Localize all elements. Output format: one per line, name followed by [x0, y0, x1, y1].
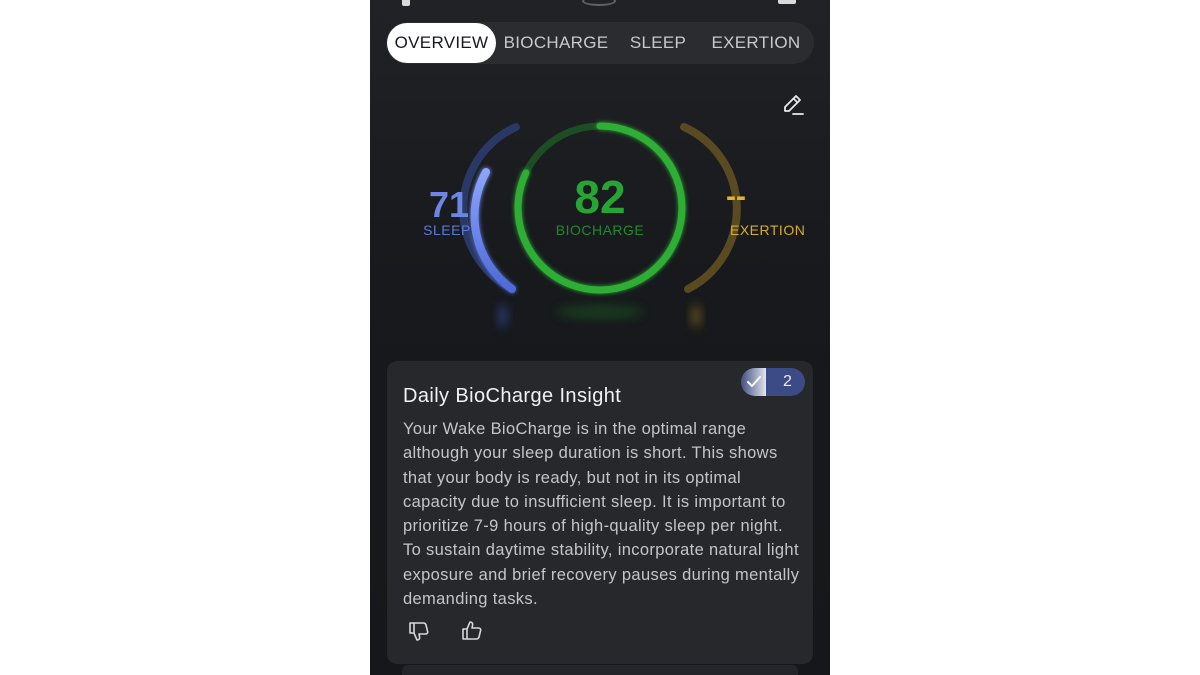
thumbs-up-icon [462, 621, 482, 640]
tab-bar: OVERVIEW BIOCHARGE SLEEP EXERTION [386, 22, 814, 64]
app-screen: OVERVIEW BIOCHARGE SLEEP EXERTION 71 SLE… [370, 0, 830, 675]
insight-card: 2 Daily BioCharge Insight Your Wake BioC… [387, 361, 813, 664]
status-bar-fragment [778, 0, 796, 4]
biocharge-reflection [556, 305, 644, 319]
exertion-score-label: EXERTION [730, 222, 806, 238]
sleep-score: 71 [428, 184, 470, 225]
badge-count: 2 [783, 373, 792, 390]
like-button[interactable] [460, 619, 484, 643]
check-icon [746, 376, 761, 387]
dislike-button[interactable] [407, 619, 431, 643]
biocharge-score-label: BIOCHARGE [555, 222, 645, 238]
insight-body: Your Wake BioCharge is in the optimal ra… [403, 420, 800, 609]
sleep-reflection [498, 304, 508, 328]
tab-biocharge[interactable]: BIOCHARGE [496, 23, 616, 63]
exertion-score: -- [726, 180, 746, 213]
insight-badge[interactable]: 2 [741, 368, 805, 396]
sleep-score-label: SLEEP [423, 222, 471, 238]
thumbs-down-icon [409, 622, 429, 641]
biocharge-score: 82 [574, 171, 626, 223]
status-bar-fragment [402, 0, 410, 6]
tab-sleep[interactable]: SLEEP [616, 23, 700, 63]
next-card-peek [402, 665, 798, 675]
score-gauges: 71 SLEEP 82 BIOCHARGE -- EXERTION [370, 110, 830, 340]
exertion-reflection [691, 304, 701, 328]
camera-cutout [582, 0, 616, 6]
sleep-arc [470, 168, 516, 293]
tab-exertion[interactable]: EXERTION [700, 23, 812, 63]
tab-overview[interactable]: OVERVIEW [387, 23, 496, 63]
insight-title: Daily BioCharge Insight [403, 385, 622, 407]
